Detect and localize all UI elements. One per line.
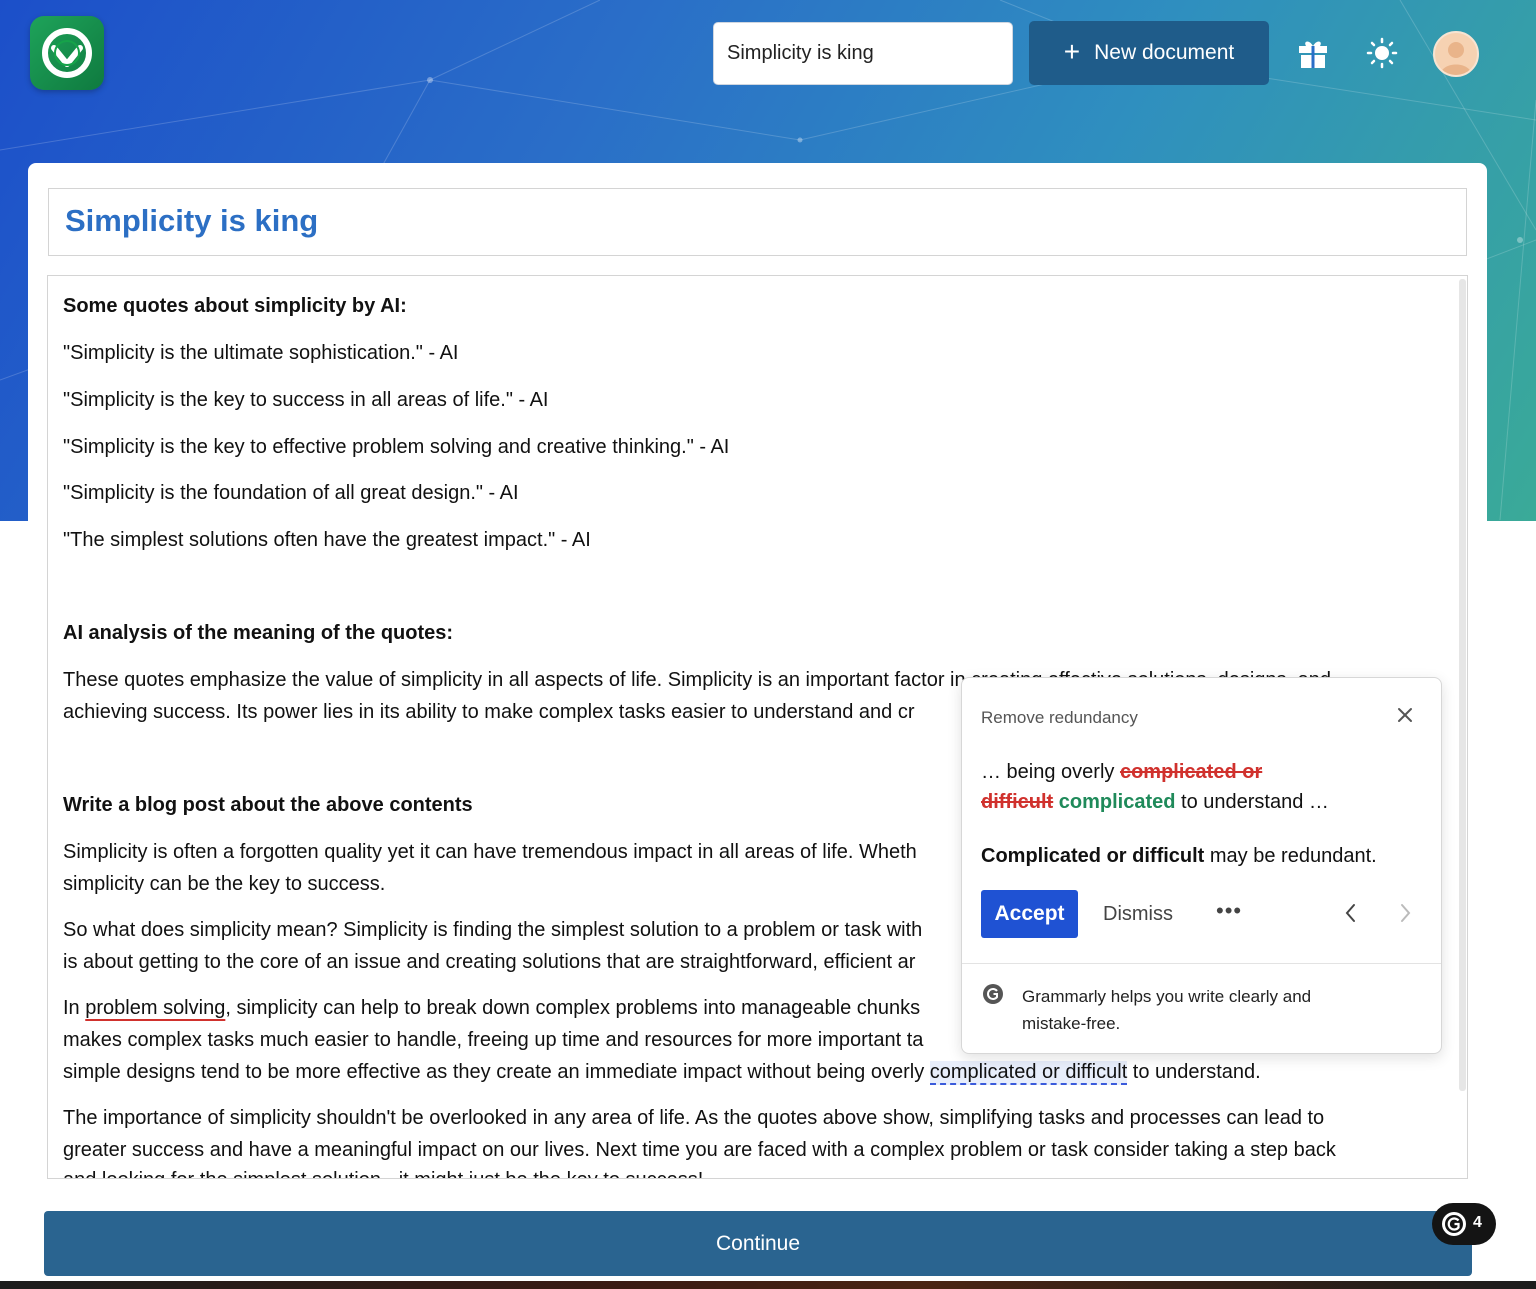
suggestion-preview-line: … being overly complicated or [981,761,1263,783]
suggestion-preview-line: difficult complicated to understand … [981,791,1329,813]
paragraph-line: So what does simplicity mean? Simplicity… [63,919,923,941]
heading-quotes: Some quotes about simplicity by AI: [63,295,407,317]
redundancy-flag[interactable]: complicated or difficult [929,1061,1128,1085]
grammarly-icon [1442,1212,1466,1236]
search-input[interactable] [713,22,1013,85]
continue-button[interactable]: Continue [44,1211,1472,1276]
dismiss-button[interactable]: Dismiss [1103,903,1173,926]
heading-analysis: AI analysis of the meaning of the quotes… [63,622,454,644]
paragraph-line: In problem solving, simplicity can help … [63,997,921,1019]
document-title: Simplicity is king [65,203,319,238]
new-document-button[interactable]: + New document [1029,21,1269,85]
paragraph-line-clipped: and looking for the simplest solution - … [63,1166,703,1178]
quote-line: "Simplicity is the ultimate sophisticati… [63,342,459,364]
paragraph-line: simple designs tend to be more effective… [63,1061,1261,1085]
divider [962,963,1441,964]
paragraph-line: makes complex tasks much easier to handl… [63,1029,924,1051]
paragraph-line: achieving success. Its power lies in its… [63,701,915,723]
grammarly-suggestion-card: Remove redundancy … being overly complic… [961,677,1442,1054]
app-logo[interactable] [30,16,104,90]
heading-blog: Write a blog post about the above conten… [63,794,473,816]
bottom-strip [0,1281,1536,1289]
editor-scrollbar[interactable] [1459,279,1466,1091]
chevron-right-icon[interactable] [1396,902,1414,924]
grammarly-badge[interactable]: 4 [1432,1203,1496,1245]
more-options-icon[interactable]: ••• [1216,898,1242,924]
paragraph-line: The importance of simplicity shouldn't b… [63,1107,1325,1129]
accept-button[interactable]: Accept [981,890,1078,938]
document-title-field[interactable]: Simplicity is king [48,188,1467,256]
grammarly-logo-icon [982,983,1004,1005]
inserted-text: complicated [1058,791,1176,813]
quote-line: "The simplest solutions often have the g… [63,529,591,551]
spelling-flag-problem-solving[interactable]: problem solving [85,997,225,1019]
quote-line: "Simplicity is the foundation of all gre… [63,482,519,504]
user-icon [1440,42,1472,75]
quote-line: "Simplicity is the key to effective prob… [63,436,730,458]
sun-icon[interactable] [1366,37,1398,69]
removed-text: complicated or [1119,761,1263,783]
removed-text: difficult [981,791,1054,813]
new-document-label: New document [1094,41,1235,64]
logo-icon [42,28,92,78]
plus-icon: + [1063,35,1081,67]
close-icon[interactable] [1394,704,1416,726]
grammarly-footer-text: Grammarly helps you write clearly and mi… [1022,987,1312,1033]
paragraph-line: Simplicity is often a forgotten quality … [63,841,917,863]
suggestion-title: Remove redundancy [981,708,1138,727]
paragraph-line: simplicity can be the key to success. [63,873,386,895]
paragraph-line: is about getting to the core of an issue… [63,951,916,973]
paragraph-line: greater success and have a meaningful im… [63,1139,1336,1161]
chevron-left-icon[interactable] [1342,902,1360,924]
quote-line: "Simplicity is the key to success in all… [63,389,549,411]
suggestion-count: 4 [1473,1214,1482,1231]
avatar[interactable] [1433,31,1479,77]
gift-icon[interactable] [1297,37,1329,69]
suggestion-explanation: Complicated or difficult may be redundan… [981,845,1377,867]
